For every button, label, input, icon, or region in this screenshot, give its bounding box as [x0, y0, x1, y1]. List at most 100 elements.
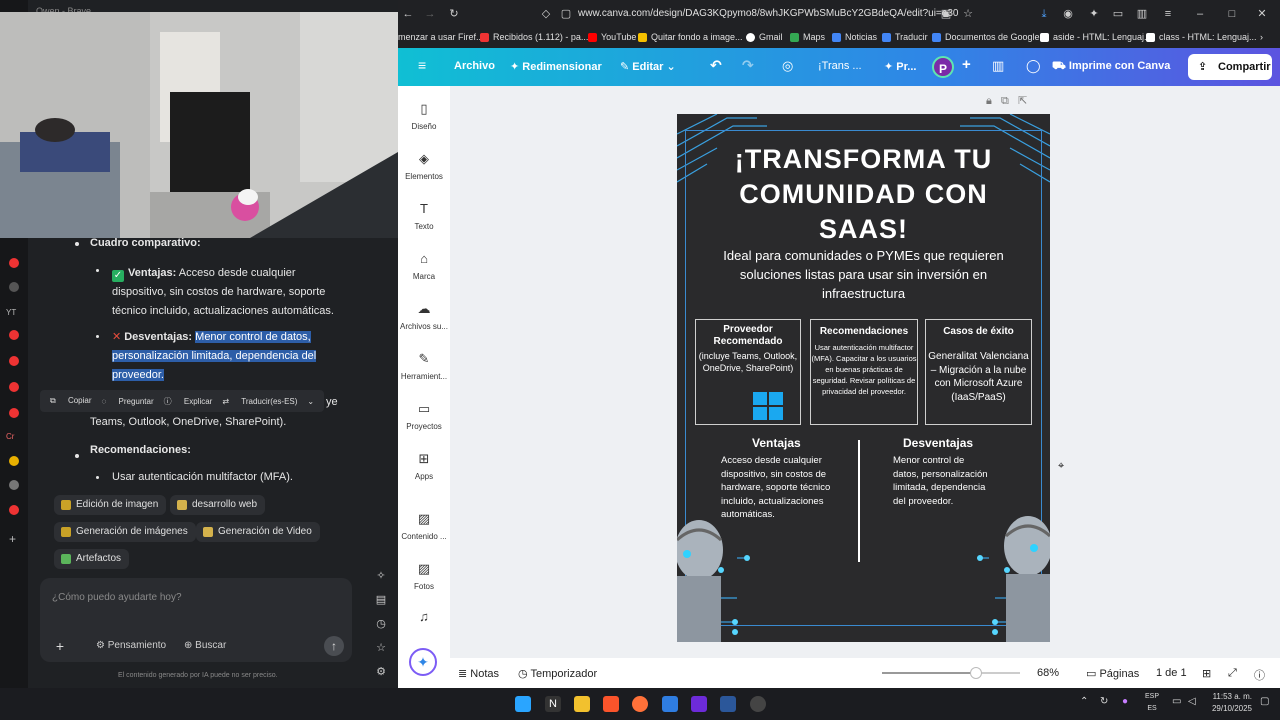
analytics-icon[interactable]: ▥ [992, 58, 1004, 74]
card-proveedor[interactable]: Proveedor Recomendado (incluye Teams, Ou… [695, 319, 801, 425]
editar-menu[interactable]: ✎ Editar ⌄ [620, 60, 676, 73]
rail-add-icon[interactable]: + [9, 532, 16, 546]
rail-youtube-icon[interactable] [9, 330, 19, 340]
bookmark-item[interactable]: aside - HTML: Lenguaj... [1040, 32, 1152, 42]
sidebar-item-contenido[interactable]: ▨ Contenido ... [398, 512, 450, 542]
forward-icon[interactable]: → [424, 8, 436, 20]
settings-icon[interactable]: ⚙ [375, 666, 387, 678]
ventajas-body[interactable]: Acceso desde cualquier dispositivo, sin … [721, 454, 839, 522]
profile-icon[interactable]: ◉ [1062, 8, 1074, 20]
tools-icon[interactable]: ✧ [375, 570, 387, 582]
ask-button[interactable]: ◌ Preguntar [102, 397, 154, 406]
comments-icon[interactable]: ◯ [1026, 58, 1041, 74]
print-button[interactable]: ⛟ Imprime con Canva [1052, 60, 1170, 74]
menu-icon[interactable]: ≡ [1162, 8, 1174, 20]
rail-youtube-icon-3[interactable] [9, 382, 19, 392]
fullscreen-icon[interactable]: ⤢ [1228, 667, 1237, 680]
close-icon[interactable]: ✕ [1256, 8, 1268, 20]
chip-desarrollo-web[interactable]: desarrollo web [170, 495, 266, 515]
rail-cr-label[interactable]: Cr [6, 432, 14, 441]
mic-icon[interactable]: ● [1122, 696, 1128, 707]
language-indicator[interactable]: ESP ES [1144, 691, 1160, 715]
bookmark-item[interactable]: Gmail [746, 32, 783, 42]
sidebar-item-diseno[interactable]: ▯ Diseño [398, 102, 450, 132]
sidebar-item-apps[interactable]: ⊞ Apps [398, 452, 450, 482]
undo-icon[interactable]: ↶ [710, 57, 722, 74]
rail-red-icon-2[interactable] [9, 505, 19, 515]
reload-icon[interactable]: ↻ [448, 8, 460, 20]
grid-view-icon[interactable]: ⊞ [1202, 667, 1211, 680]
explain-button[interactable]: ⓘ Explicar [164, 396, 213, 407]
bookmark-item[interactable]: Recibidos (1.112) - pa... [480, 32, 588, 42]
word-icon[interactable] [720, 696, 736, 712]
sidebar-item-texto[interactable]: T Texto [398, 202, 450, 232]
magic-assistant-button[interactable]: ✦ [409, 648, 437, 676]
bookmark-item[interactable]: class - HTML: Lenguaj... [1146, 32, 1257, 42]
sidebar-item-archivos[interactable]: ☁ Archivos su... [398, 302, 450, 332]
copy-button[interactable]: ⧉ Copiar [50, 396, 92, 406]
sidebar-icon[interactable]: ▥ [1136, 8, 1148, 20]
prompt-input[interactable]: ¿Cómo puedo ayudarte hoy? [52, 592, 182, 603]
sidebar-item-proyectos[interactable]: ▭ Proyectos [398, 402, 450, 432]
history-icon[interactable]: ◷ [375, 618, 387, 630]
bookmark-item[interactable]: YouTube [588, 32, 636, 42]
chatgpt-icon[interactable] [750, 696, 766, 712]
rail-grey-icon[interactable] [9, 480, 19, 490]
bookmark-item[interactable]: Maps [790, 32, 825, 42]
zoom-slider-handle[interactable] [969, 667, 982, 679]
chip-generacion-imagenes[interactable]: Generación de imágenes [54, 522, 196, 542]
file-explorer-icon[interactable] [574, 696, 590, 712]
send-button[interactable]: ↑ [324, 636, 344, 656]
chevron-down-icon[interactable]: ⌄ [307, 397, 314, 406]
prompt-box[interactable]: ¿Cómo puedo ayudarte hoy? + ⚙ Pensamient… [40, 578, 352, 662]
document-icon[interactable]: ▤ [375, 594, 387, 606]
bookmark-item[interactable]: Quitar fondo a image... [638, 32, 743, 42]
sidebar-item-audio[interactable]: ♫ [398, 610, 450, 630]
design-title[interactable]: ¡Trans ... [818, 60, 862, 72]
desventajas-body[interactable]: Menor control de datos, personalización … [893, 454, 989, 508]
zoom-level[interactable]: 68% [1037, 667, 1059, 679]
sync-icon[interactable]: ↻ [1100, 696, 1108, 707]
add-page-icon[interactable]: ⇱ [1018, 95, 1027, 107]
pages-button[interactable]: ▭ Páginas [1086, 667, 1139, 680]
search-button[interactable]: ⊕ Buscar [170, 638, 226, 654]
redimensionar-button[interactable]: ✦ Redimensionar [510, 60, 602, 73]
star-icon[interactable]: ☆ [375, 642, 387, 654]
desventajas-heading[interactable]: Desventajas [903, 436, 973, 450]
tab-icon[interactable]: ▭ [1112, 8, 1124, 20]
avatar[interactable]: P [932, 56, 954, 78]
url-field[interactable]: www.canva.com/design/DAG3KQpymo8/8whJKGP… [530, 4, 960, 24]
screen-icon[interactable]: ▣ [940, 8, 952, 20]
rail-github-icon[interactable] [9, 282, 19, 292]
notes-button[interactable]: ≣ Notas [458, 667, 499, 680]
rail-youtube-icon-4[interactable] [9, 408, 19, 418]
sidebar-item-fotos[interactable]: ▨ Fotos [398, 562, 450, 592]
translate-button[interactable]: ⇄ Traducir(es-ES) [222, 397, 297, 406]
bookmark-item[interactable]: Traducir [882, 32, 928, 42]
bookmark-item[interactable]: Noticias [832, 32, 877, 42]
card-casos-exito[interactable]: Casos de éxito Generalitat Valenciana – … [925, 319, 1032, 425]
maximize-icon[interactable]: □ [1226, 8, 1238, 20]
save-status-icon[interactable]: ◎ [782, 58, 793, 74]
bookmark-item[interactable]: Documentos de Google [932, 32, 1040, 42]
hamburger-icon[interactable]: ≡ [418, 57, 426, 73]
back-icon[interactable]: ← [402, 8, 414, 20]
share-button[interactable]: ⇪ Compartir [1188, 54, 1272, 80]
volume-icon[interactable]: ◁ [1188, 696, 1196, 707]
todo-icon[interactable] [662, 696, 678, 712]
bookmark-item[interactable]: menzar a usar Firef... [398, 32, 484, 42]
rail-red-icon[interactable] [9, 258, 19, 268]
timer-button[interactable]: ◷ Temporizador [518, 667, 597, 680]
design-subtitle[interactable]: Ideal para comunidades o PYMEs que requi… [707, 246, 1020, 303]
minimize-icon[interactable]: – [1194, 8, 1206, 20]
sidebar-item-herramientas[interactable]: ✎ Herramient... [398, 352, 450, 382]
bookmark-star-icon[interactable]: ☆ [962, 8, 974, 20]
notifications-icon[interactable]: ▢ [1260, 696, 1269, 707]
rail-youtube-icon-2[interactable] [9, 356, 19, 366]
lock-icon[interactable]: 🔒︎ [986, 95, 992, 107]
clock[interactable]: 11:53 a. m. 29/10/2025 [1208, 691, 1252, 715]
chip-generacion-video[interactable]: Generación de Video [196, 522, 320, 542]
brave-icon[interactable] [603, 696, 619, 712]
next-app-icon[interactable] [691, 696, 707, 712]
windows-start-icon[interactable] [515, 696, 531, 712]
